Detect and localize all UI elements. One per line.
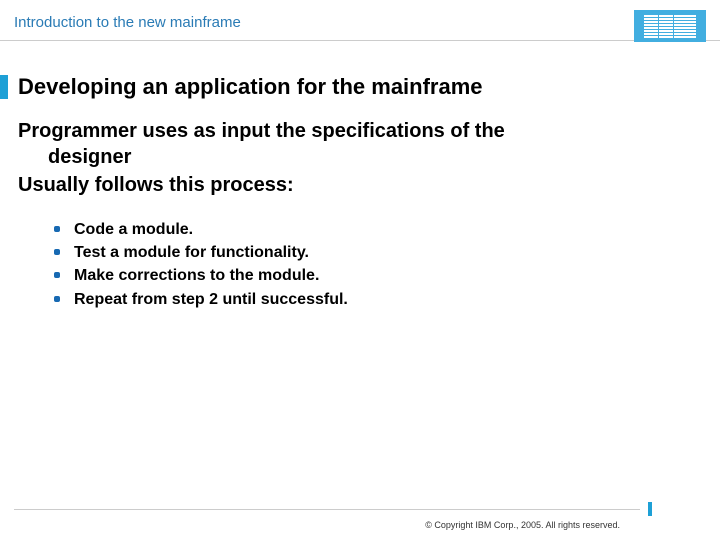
intro-line-2: Usually follows this process: xyxy=(18,172,700,198)
page-title: Developing an application for the mainfr… xyxy=(18,74,483,100)
divider xyxy=(14,509,640,510)
list-item: Repeat from step 2 until successful. xyxy=(54,288,700,311)
bullet-text: Code a module. xyxy=(74,218,193,241)
intro-text: Programmer uses as input the specificati… xyxy=(18,118,700,198)
list-item: Code a module. xyxy=(54,218,700,241)
intro-line-1b: designer xyxy=(18,144,700,170)
divider xyxy=(0,40,720,41)
bullet-icon xyxy=(54,296,60,302)
bullet-text: Test a module for functionality. xyxy=(74,241,309,264)
bullet-icon xyxy=(54,226,60,232)
bullet-icon xyxy=(54,249,60,255)
copyright-text: © Copyright IBM Corp., 2005. All rights … xyxy=(425,520,620,530)
accent-bar-icon xyxy=(648,502,652,516)
bullet-icon xyxy=(54,272,60,278)
bullet-text: Repeat from step 2 until successful. xyxy=(74,288,348,311)
slide: Introduction to the new mainframe Develo… xyxy=(0,0,720,540)
accent-bar-icon xyxy=(0,75,8,99)
list-item: Test a module for functionality. xyxy=(54,241,700,264)
title-row: Developing an application for the mainfr… xyxy=(0,74,706,100)
intro-line-1a: Programmer uses as input the specificati… xyxy=(18,118,700,144)
list-item: Make corrections to the module. xyxy=(54,264,700,287)
ibm-logo-stripes xyxy=(644,15,696,38)
bullet-text: Make corrections to the module. xyxy=(74,264,319,287)
header: Introduction to the new mainframe xyxy=(0,0,720,52)
bullet-list: Code a module. Test a module for functio… xyxy=(54,218,700,311)
ibm-logo xyxy=(634,10,706,42)
header-subtitle: Introduction to the new mainframe xyxy=(14,14,241,31)
